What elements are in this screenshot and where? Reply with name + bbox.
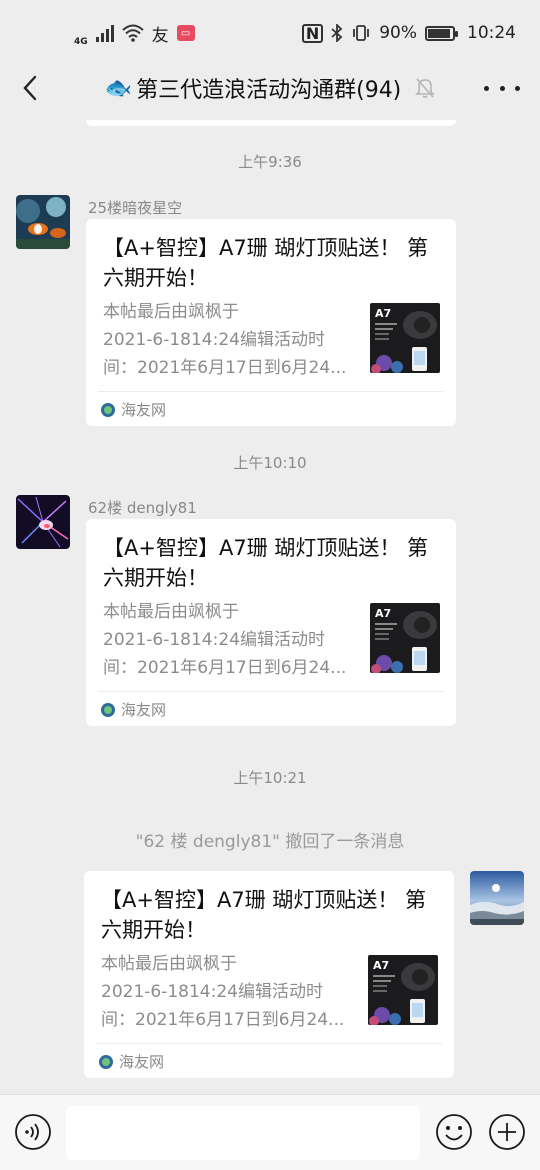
card-source: 海友网: [101, 399, 166, 420]
card-thumbnail: A7: [370, 603, 440, 673]
card-description: 本帖最后由飒枫于 2021-6-1814:24编辑活动时 间：2021年6月17…: [101, 950, 359, 1034]
source-name: 海友网: [119, 1053, 165, 1071]
avatar[interactable]: [470, 871, 524, 925]
card-desc-line: 本帖最后由飒枫于: [103, 602, 239, 622]
card-desc-line: 间：2021年6月17日到6月24...: [103, 658, 347, 678]
emoji-icon[interactable]: [435, 1113, 473, 1151]
card-divider: [98, 391, 444, 392]
thumb-label: A7: [373, 959, 389, 972]
chat-messages[interactable]: 上午9:36 25楼暗夜星空 【A+智控】A7珊 瑚灯顶贴送！ 第六期开始！ 本…: [0, 120, 540, 1094]
chat-nav-bar: 🐟 第三代造浪活动沟通群(94): [0, 56, 540, 120]
network-label: 4G: [74, 37, 88, 47]
card-desc-line: 2021-6-1814:24编辑活动时: [101, 982, 323, 1002]
timestamp: 上午9:36: [238, 153, 302, 171]
source-logo-icon: [101, 402, 115, 417]
bluetooth-icon: [331, 24, 343, 42]
thumb-label: A7: [375, 607, 391, 620]
card-desc-line: 本帖最后由飒枫于: [101, 954, 237, 974]
card-desc-line: 2021-6-1814:24编辑活动时: [103, 630, 325, 650]
link-card[interactable]: 【A+智控】A7珊 瑚灯顶贴送！ 第六期开始！ 本帖最后由飒枫于 2021-6-…: [86, 219, 456, 426]
source-name: 海友网: [121, 701, 167, 719]
chat-input-bar: [0, 1094, 540, 1170]
card-title: 【A+智控】A7珊 瑚灯顶贴送！ 第六期开始！: [103, 236, 429, 290]
battery-percent: 90%: [379, 23, 417, 43]
status-left: 4G 友 ▭: [74, 19, 195, 47]
signal-icon: [95, 24, 114, 42]
bell-off-icon: [415, 78, 436, 98]
chat-title: 🐟 第三代造浪活动沟通群(94): [105, 72, 436, 104]
source-name: 海友网: [121, 401, 167, 419]
card-thumbnail: A7: [370, 303, 440, 373]
vibrate-icon: [353, 25, 370, 41]
link-card[interactable]: 【A+智控】A7珊 瑚灯顶贴送！ 第六期开始！ 本帖最后由飒枫于 2021-6-…: [84, 871, 454, 1078]
card-divider: [96, 1043, 442, 1044]
more-dots-icon[interactable]: [484, 72, 520, 104]
title-emoji: 🐟: [104, 75, 133, 101]
previous-message-card[interactable]: [86, 120, 456, 126]
card-title: 【A+智控】A7珊 瑚灯顶贴送！ 第六期开始！: [103, 536, 429, 590]
recall-notice: "62 楼 dengly81" 撤回了一条消息: [135, 832, 405, 852]
timestamp: 上午10:10: [233, 454, 307, 472]
card-thumbnail: A7: [368, 955, 438, 1025]
voice-icon[interactable]: [14, 1113, 52, 1151]
card-desc-line: 本帖最后由飒枫于: [103, 302, 239, 322]
group-name: 第三代造浪活动沟通群(94): [136, 78, 402, 103]
source-logo-icon: [101, 702, 115, 717]
wifi-badge-label: 友: [151, 25, 169, 46]
wifi-icon: [121, 24, 144, 42]
thumb-label: A7: [375, 307, 391, 320]
avatar[interactable]: [16, 195, 70, 249]
message-input[interactable]: [66, 1106, 420, 1160]
status-right: N 90% 10:24: [301, 23, 516, 43]
card-source: 海友网: [101, 699, 166, 720]
plus-icon[interactable]: [488, 1113, 526, 1151]
card-desc-line: 间：2021年6月17日到6月24...: [103, 358, 347, 378]
clock: 10:24: [467, 23, 516, 43]
link-card[interactable]: 【A+智控】A7珊 瑚灯顶贴送！ 第六期开始！ 本帖最后由飒枫于 2021-6-…: [86, 519, 456, 726]
card-desc-line: 2021-6-1814:24编辑活动时: [103, 330, 325, 350]
source-logo-icon: [99, 1054, 113, 1069]
card-title: 【A+智控】A7珊 瑚灯顶贴送！ 第六期开始！: [101, 888, 427, 942]
battery-icon: [425, 25, 458, 41]
avatar[interactable]: [16, 495, 70, 549]
card-desc-line: 间：2021年6月17日到6月24...: [101, 1010, 345, 1030]
card-description: 本帖最后由飒枫于 2021-6-1814:24编辑活动时 间：2021年6月17…: [103, 598, 361, 682]
card-divider: [98, 691, 444, 692]
notification-app-icon: ▭: [176, 25, 195, 41]
sender-name: 62楼 dengly81: [88, 499, 197, 517]
nfc-icon: N: [301, 23, 324, 43]
timestamp: 上午10:21: [233, 769, 307, 787]
chevron-left-icon[interactable]: [16, 70, 52, 106]
card-description: 本帖最后由飒枫于 2021-6-1814:24编辑活动时 间：2021年6月17…: [103, 298, 361, 382]
sender-name: 25楼暗夜星空: [88, 199, 183, 217]
card-source: 海友网: [99, 1051, 164, 1072]
